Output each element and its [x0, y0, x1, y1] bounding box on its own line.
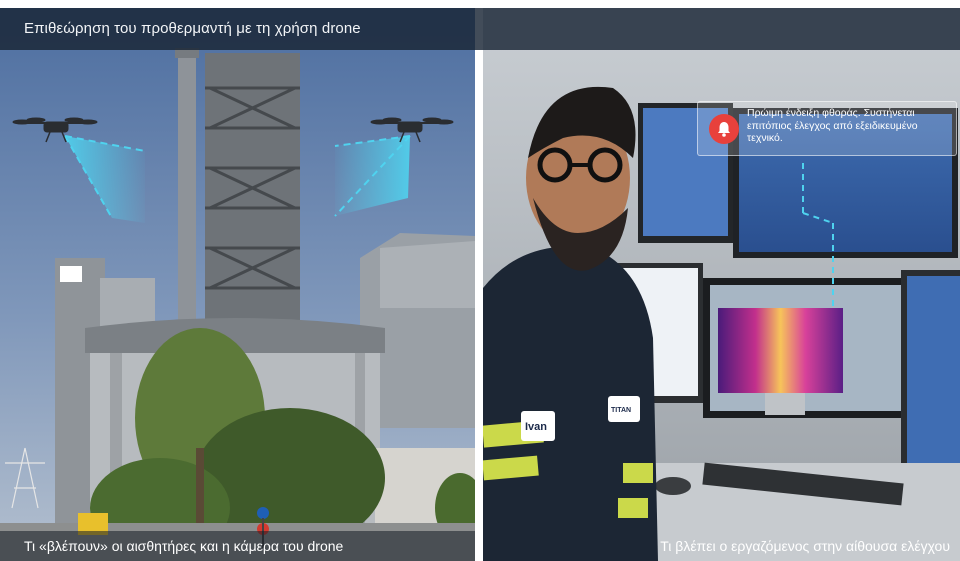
drone-view-caption: Τι «βλέπουν» οι αισθητήρες και η κάμερα … [24, 538, 344, 554]
thermal-image [718, 308, 843, 393]
titan-badge-text: TITAN [611, 407, 631, 414]
page-title: Επιθεώρηση του προθερμαντή με τη χρήση d… [24, 20, 361, 37]
bell-icon [709, 114, 739, 144]
drone-inspection-panel: Τι «βλέπουν» οι αισθητήρες και η κάμερα … [0, 8, 475, 561]
cement-plant-scene [0, 8, 475, 561]
title-banner: Επιθεώρηση του προθερμαντή με τη χρήση d… [0, 8, 960, 50]
panel-divider [475, 8, 483, 561]
name-badge-text: Ivan [525, 421, 547, 433]
wear-alert: Πρώιμη ένδειξη φθοράς. Συστήνεται επιτόπ… [697, 101, 957, 156]
control-room-panel: Ivan TITAN Τι βλέπει ο εργαζόμενος στην … [483, 8, 960, 561]
infographic: Τι «βλέπουν» οι αισθητήρες και η κάμερα … [0, 0, 960, 561]
control-room-caption: Τι βλέπει ο εργαζόμενος στην αίθουσα ελέ… [660, 538, 950, 554]
alert-message: Πρώιμη ένδειξη φθοράς. Συστήνεται επιτόπ… [747, 107, 918, 144]
control-room-scene: Ivan TITAN [483, 8, 960, 561]
